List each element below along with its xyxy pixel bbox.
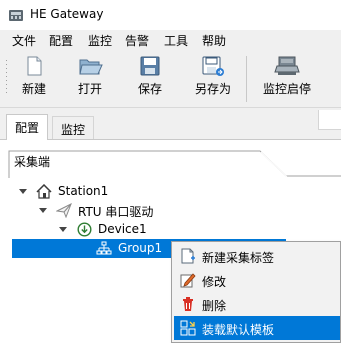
- tree-node-station[interactable]: Station1: [12, 182, 341, 201]
- save-as-button[interactable]: 另存为: [190, 54, 236, 104]
- menu-monitor[interactable]: 监控: [88, 32, 112, 49]
- group-box-frame: [8, 150, 341, 178]
- group-hierarchy-icon: [96, 241, 112, 255]
- tab-monitor[interactable]: 监控: [52, 116, 95, 140]
- monitor-start-stop-button[interactable]: 监控启停: [258, 54, 316, 104]
- tree-node-group-label: Group1: [118, 241, 163, 255]
- menu-tools[interactable]: 工具: [164, 32, 188, 49]
- tab-monitor-label: 监控: [61, 123, 86, 137]
- menu-item-edit-label: 修改: [202, 275, 227, 289]
- menu-help[interactable]: 帮助: [202, 32, 226, 49]
- gateway-app-icon: [9, 10, 23, 21]
- title-bar: HE Gateway: [0, 0, 341, 30]
- new-button[interactable]: 新建: [12, 54, 56, 104]
- tree-node-driver-label: RTU 串口驱动: [78, 205, 154, 219]
- expand-arrow-icon[interactable]: [39, 208, 47, 213]
- tree-node-driver[interactable]: RTU 串口驱动: [12, 201, 341, 220]
- tree-node-device[interactable]: Device1: [12, 220, 341, 239]
- open-folder-icon: [79, 59, 103, 75]
- new-label: 新建: [21, 82, 46, 96]
- menu-file[interactable]: 文件: [12, 32, 36, 49]
- menu-alarm[interactable]: 告警: [125, 32, 149, 49]
- monitor-start-stop-icon: [274, 56, 300, 75]
- save-as-label: 另存为: [194, 82, 231, 96]
- expand-arrow-icon[interactable]: [59, 227, 67, 232]
- context-menu: 新建采集标签 修改 删除 装载默认模板: [171, 241, 341, 343]
- menu-item-load-default-template-label: 装载默认模板: [202, 323, 275, 337]
- menu-item-load-default-template[interactable]: 装载默认模板: [174, 316, 340, 340]
- right-panel-header: [318, 110, 341, 130]
- save-disk-icon: [140, 56, 160, 76]
- save-as-icon: [202, 56, 224, 76]
- menu-item-delete-label: 删除: [202, 299, 227, 313]
- device-download-icon: [77, 222, 92, 237]
- expand-arrow-icon[interactable]: [19, 189, 27, 194]
- tree-node-station-label: Station1: [58, 184, 109, 198]
- window-title: HE Gateway: [30, 7, 104, 21]
- home-icon: [36, 184, 52, 199]
- menu-item-delete[interactable]: 删除: [174, 292, 340, 316]
- save-label: 保存: [137, 82, 162, 96]
- delete-icon: [183, 297, 193, 311]
- tab-config-label: 配置: [15, 121, 40, 135]
- menu-item-new-tag-label: 新建采集标签: [202, 251, 275, 265]
- toolbar-separator: [246, 56, 247, 102]
- new-file-icon: [27, 56, 42, 76]
- new-tag-icon: [181, 248, 195, 264]
- load-template-icon: [180, 320, 196, 336]
- paper-plane-icon: [56, 203, 72, 218]
- tree-node-device-label: Device1: [98, 222, 147, 236]
- menu-config[interactable]: 配置: [49, 32, 73, 49]
- open-button[interactable]: 打开: [68, 54, 112, 104]
- open-label: 打开: [77, 82, 102, 96]
- tab-config[interactable]: 配置: [6, 114, 49, 140]
- edit-icon: [180, 273, 196, 288]
- save-button[interactable]: 保存: [128, 54, 172, 104]
- menu-item-edit[interactable]: 修改: [174, 268, 340, 292]
- toolbar: 新建 打开 保存 另存为 监控启停: [0, 50, 341, 108]
- menu-bar: 文件 配置 监控 告警 工具 帮助: [0, 30, 341, 50]
- left-panel-tabs: 配置 监控: [0, 110, 341, 140]
- menu-item-new-tag[interactable]: 新建采集标签: [174, 244, 340, 268]
- collector-group-label: 采集端: [14, 155, 51, 169]
- monitor-start-stop-label: 监控启停: [262, 82, 311, 96]
- toolbar-grip: [5, 56, 7, 102]
